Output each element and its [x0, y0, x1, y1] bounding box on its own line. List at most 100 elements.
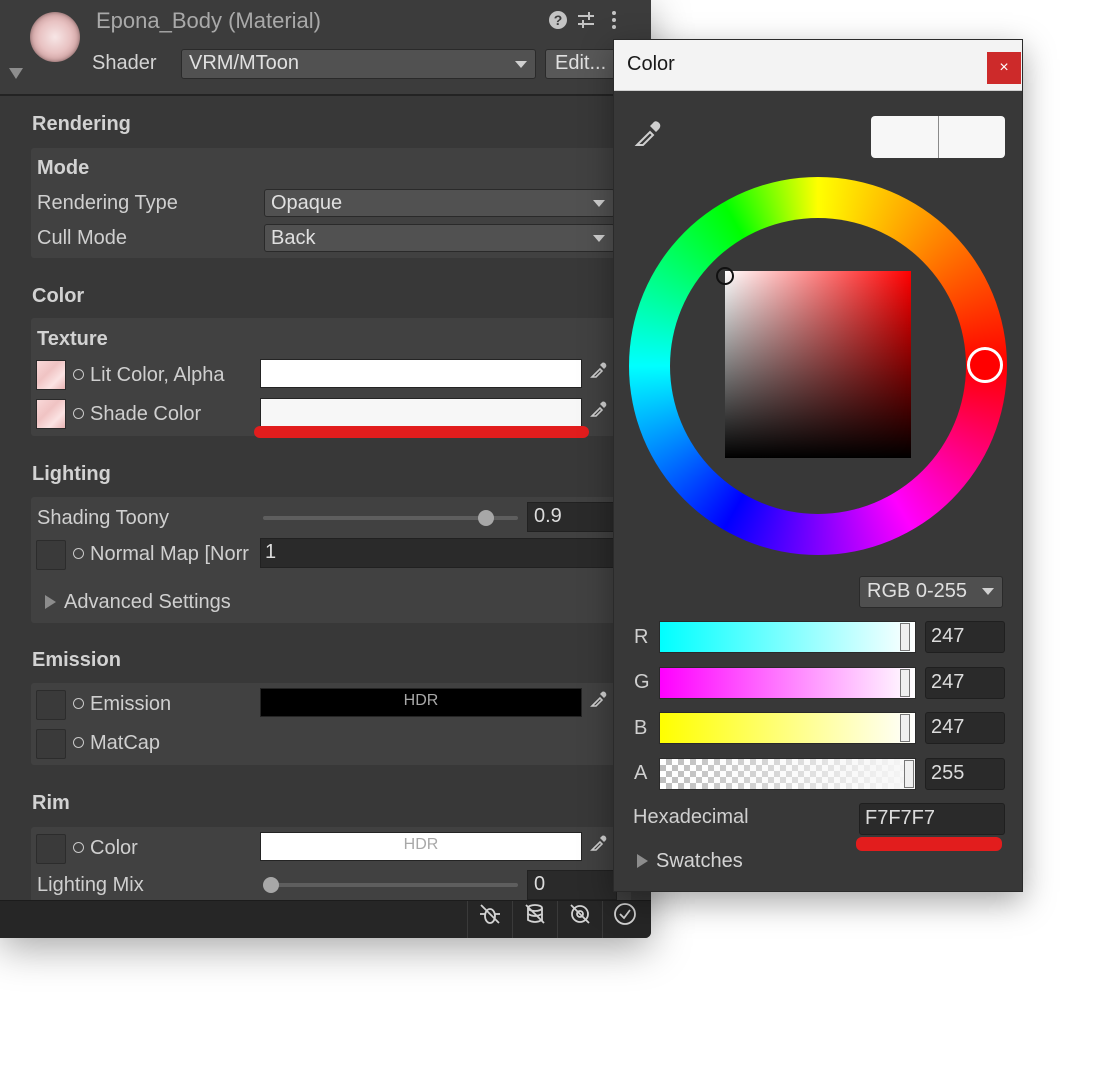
slider-handle[interactable]: [900, 623, 910, 651]
color-picker-window: Color × RGB 0-255 R 247 G 247 B 247 A 25…: [613, 39, 1023, 892]
green-channel-slider[interactable]: [659, 667, 916, 699]
red-channel-slider[interactable]: [659, 621, 916, 653]
red-value-field[interactable]: 247: [925, 621, 1005, 653]
slider-thumb[interactable]: [478, 510, 494, 526]
emission-texture-slot[interactable]: [36, 690, 66, 720]
inspector-header: Epona_Body (Material) ? Shader VRM/MToon…: [0, 0, 651, 96]
shader-dropdown[interactable]: VRM/MToon: [181, 49, 536, 79]
normal-map-label: Normal Map [Norr: [90, 543, 249, 565]
rendering-section-title: Rendering: [32, 113, 131, 135]
object-picker-icon[interactable]: [73, 737, 84, 748]
help-icon[interactable]: ?: [547, 10, 569, 32]
color-window-titlebar[interactable]: Color ×: [614, 40, 1022, 91]
alpha-channel-label: A: [634, 762, 648, 784]
shader-value: VRM/MToon: [189, 52, 300, 74]
shade-color-texture-thumbnail[interactable]: [36, 399, 66, 429]
alpha-channel-slider[interactable]: [659, 758, 916, 790]
matcap-label: MatCap: [90, 732, 161, 754]
shading-toony-label: Shading Toony: [37, 507, 169, 529]
blue-channel-slider[interactable]: [659, 712, 916, 744]
lighting-mix-slider[interactable]: [267, 883, 518, 887]
original-color-swatch[interactable]: [938, 116, 1005, 158]
rendering-type-label: Rendering Type: [37, 192, 178, 214]
foldout-triangle-icon[interactable]: [45, 595, 56, 609]
rim-texture-slot[interactable]: [36, 834, 66, 864]
object-picker-icon[interactable]: [73, 698, 84, 709]
debug-bug-icon[interactable]: [467, 901, 512, 938]
preset-sliders-icon[interactable]: [575, 10, 597, 32]
normal-map-scale-field[interactable]: 1: [260, 538, 620, 568]
object-picker-icon[interactable]: [73, 842, 84, 853]
mode-subtitle: Mode: [37, 157, 90, 179]
cull-mode-dropdown[interactable]: Back: [264, 224, 615, 252]
blue-value-field[interactable]: 247: [925, 712, 1005, 744]
foldout-triangle-icon[interactable]: [9, 68, 23, 79]
lighting-mix-field[interactable]: 0: [527, 870, 617, 900]
eyedropper-icon[interactable]: [585, 359, 613, 388]
alpha-value: 255: [931, 762, 965, 784]
red-channel-label: R: [634, 626, 649, 648]
chevron-down-icon: [593, 200, 605, 207]
chevron-down-icon: [515, 61, 527, 68]
current-color-swatch: [871, 116, 938, 158]
slider-handle[interactable]: [900, 714, 910, 742]
color-section-title: Color: [32, 285, 85, 307]
eyedropper-icon[interactable]: [585, 398, 613, 427]
eyedropper-icon[interactable]: [634, 118, 664, 148]
check-circle-icon[interactable]: [602, 901, 647, 938]
normal-map-value: 1: [265, 541, 277, 563]
shade-color-field[interactable]: [260, 398, 582, 427]
saturation-value-cursor[interactable]: [716, 267, 734, 285]
rim-color-field[interactable]: HDR: [260, 832, 582, 861]
object-picker-icon[interactable]: [73, 369, 84, 380]
hidden-eye-icon[interactable]: [557, 901, 602, 938]
hdr-badge: HDR: [403, 692, 439, 709]
cull-mode-label: Cull Mode: [37, 227, 128, 249]
saturation-value-square[interactable]: [725, 271, 911, 458]
hexadecimal-label: Hexadecimal: [633, 806, 749, 828]
foldout-triangle-icon[interactable]: [637, 854, 648, 868]
emission-color-field[interactable]: HDR: [260, 688, 582, 717]
chevron-down-icon: [593, 235, 605, 242]
eyedropper-icon[interactable]: [585, 832, 613, 861]
color-window-title: Color: [627, 53, 675, 75]
hexadecimal-field[interactable]: F7F7F7: [859, 803, 1005, 835]
shading-toony-value: 0.9: [534, 505, 562, 527]
color-mode-dropdown[interactable]: RGB 0-255: [859, 576, 1003, 608]
green-value-field[interactable]: 247: [925, 667, 1005, 699]
shader-label: Shader: [92, 52, 157, 74]
material-preview-avatar[interactable]: [30, 12, 80, 62]
hue-cursor[interactable]: [967, 347, 1003, 383]
lit-color-texture-thumbnail[interactable]: [36, 360, 66, 390]
object-picker-icon[interactable]: [73, 548, 84, 559]
rendering-type-value: Opaque: [271, 192, 343, 214]
database-icon[interactable]: [512, 901, 557, 938]
object-picker-icon[interactable]: [73, 408, 84, 419]
slider-handle[interactable]: [904, 760, 914, 788]
chevron-down-icon: [982, 588, 994, 595]
edit-shader-label: Edit...: [555, 52, 607, 74]
material-title: Epona_Body (Material): [96, 8, 322, 33]
lighting-mix-label: Lighting Mix: [37, 874, 144, 896]
lighting-mix-value: 0: [534, 873, 546, 895]
lit-color-field[interactable]: [260, 359, 582, 388]
rendering-type-dropdown[interactable]: Opaque: [264, 189, 615, 217]
close-button[interactable]: ×: [987, 52, 1021, 84]
swatches-foldout[interactable]: Swatches: [656, 850, 743, 873]
emission-label: Emission: [90, 693, 172, 715]
advanced-settings-foldout[interactable]: Advanced Settings: [64, 591, 231, 614]
emission-section-title: Emission: [32, 649, 121, 671]
alpha-value-field[interactable]: 255: [925, 758, 1005, 790]
eyedropper-icon[interactable]: [585, 688, 613, 717]
rim-section-title: Rim: [32, 792, 70, 814]
slider-handle[interactable]: [900, 669, 910, 697]
kebab-menu-icon[interactable]: [603, 10, 625, 32]
matcap-texture-slot[interactable]: [36, 729, 66, 759]
slider-thumb[interactable]: [263, 877, 279, 893]
blue-channel-label: B: [634, 717, 648, 739]
shading-toony-field[interactable]: 0.9: [527, 502, 617, 532]
hexadecimal-value: F7F7F7: [865, 807, 936, 829]
svg-text:?: ?: [554, 12, 563, 28]
highlight-underline: [254, 426, 589, 438]
normal-map-texture-slot[interactable]: [36, 540, 66, 570]
